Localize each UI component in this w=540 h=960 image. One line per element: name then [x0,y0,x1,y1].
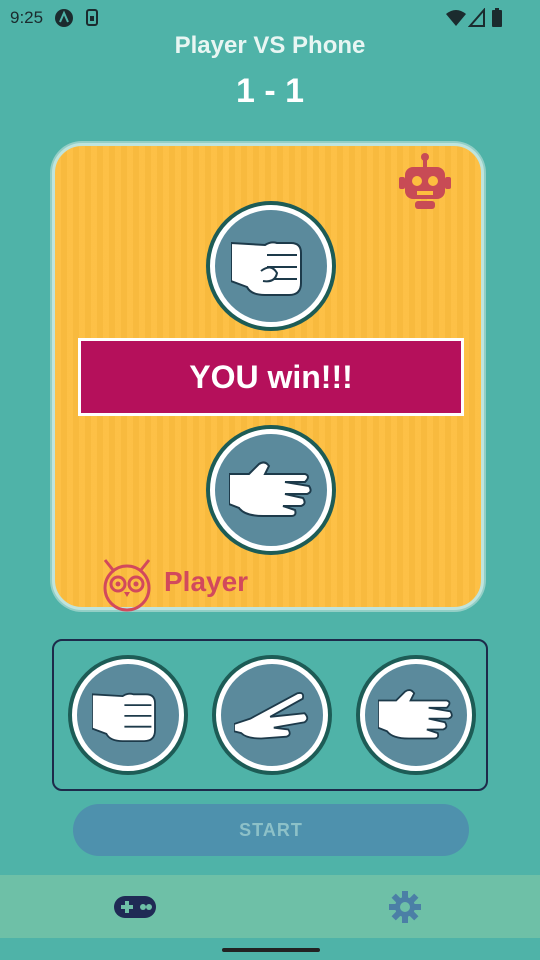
status-bar: 9:25 [0,0,540,36]
wifi-icon [445,8,467,33]
nav-settings-tab[interactable] [270,875,540,938]
paper-hand-icon [229,461,312,517]
owl-icon [99,558,155,617]
gesture-bar [222,948,320,952]
sim-icon [84,8,100,33]
scissors-hand-icon [234,692,309,740]
signal-icon [467,7,486,33]
gamepad-icon [114,895,156,918]
rock-choice-button[interactable] [72,659,184,771]
scissors-choice-button[interactable] [216,659,328,771]
nav-play-tab[interactable] [0,875,270,938]
paper-choice-button[interactable] [360,659,472,771]
start-button[interactable]: START [73,804,469,856]
opponent-hand [210,205,332,327]
player-label: Player [164,566,249,597]
player-hand [210,429,332,551]
app-a-icon [54,8,74,33]
choice-panel [52,639,488,791]
robot-icon [397,151,453,216]
settings-gear-icon [389,890,421,923]
rock-hand-icon [92,692,156,742]
battery-icon [491,8,503,33]
status-time: 9:25 [10,8,44,27]
score-display: 1 - 1 [235,72,305,110]
bottom-navigation [0,875,540,938]
paper-hand-icon [378,689,453,740]
result-banner: YOU win!!! [78,338,464,416]
page-title: Player VS Phone [174,32,366,59]
rock-hand-icon [231,241,302,296]
